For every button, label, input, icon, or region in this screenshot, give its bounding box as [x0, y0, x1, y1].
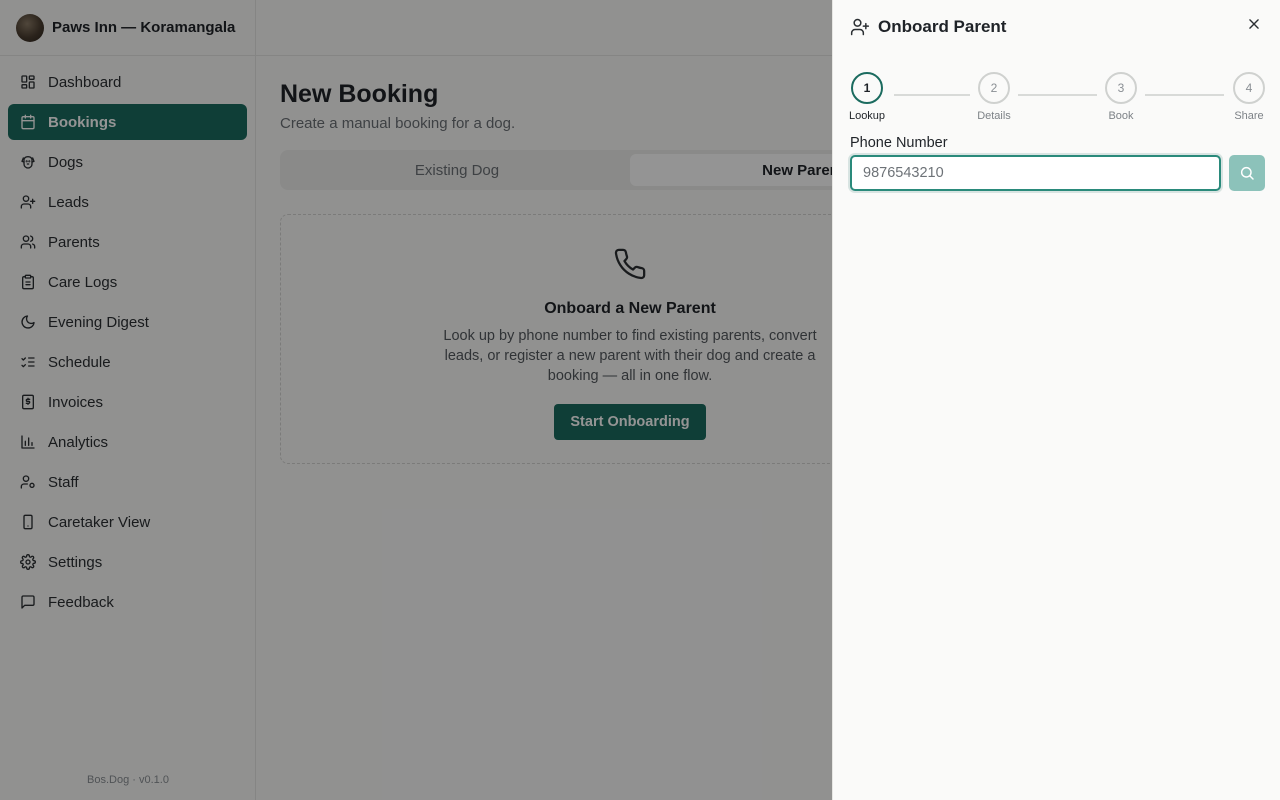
step-label: Details	[977, 110, 1011, 122]
step-number: 2	[978, 72, 1010, 104]
search-button[interactable]	[1229, 155, 1265, 191]
step-book[interactable]: 3 Book	[1096, 72, 1146, 122]
phone-number-input[interactable]	[850, 155, 1221, 191]
step-lookup[interactable]: 1 Lookup	[842, 72, 892, 122]
search-icon	[1240, 166, 1254, 180]
stepper: 1 Lookup 2 Details 3 Book 4 Share	[849, 72, 1265, 122]
step-label: Book	[1108, 110, 1134, 122]
step-connector	[1145, 94, 1224, 96]
close-icon	[1249, 19, 1259, 29]
step-details[interactable]: 2 Details	[969, 72, 1019, 122]
onboard-parent-drawer: Onboard Parent 1 Lookup 2 Details 3 Book…	[832, 0, 1280, 800]
step-share[interactable]: 4 Share	[1224, 72, 1274, 122]
drawer-header: Onboard Parent	[850, 17, 1006, 37]
user-plus-icon	[850, 18, 870, 36]
step-label: Lookup	[848, 110, 886, 122]
step-connector	[894, 94, 970, 96]
step-label: Share	[1234, 110, 1264, 122]
modal-overlay[interactable]	[0, 0, 832, 800]
step-number: 4	[1233, 72, 1265, 104]
step-number: 3	[1105, 72, 1137, 104]
step-connector	[1018, 94, 1097, 96]
close-button[interactable]	[1244, 14, 1264, 34]
step-number: 1	[851, 72, 883, 104]
drawer-title: Onboard Parent	[878, 17, 1007, 36]
phone-number-label: Phone Number	[850, 135, 948, 151]
